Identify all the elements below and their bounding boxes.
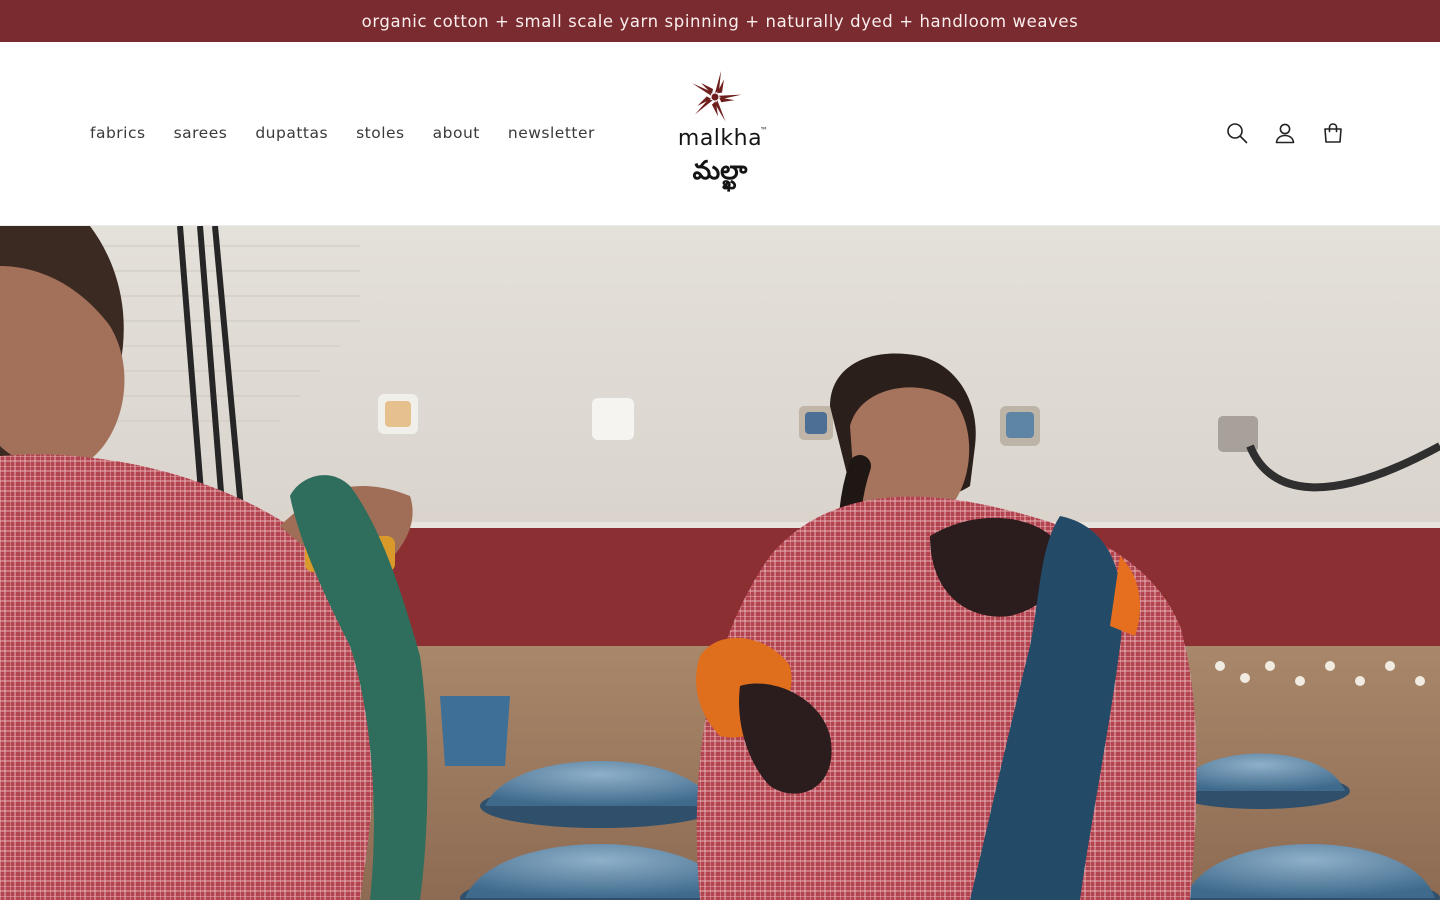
- hero-banner: [0, 226, 1440, 900]
- announcement-bar: organic cotton + small scale yarn spinni…: [0, 0, 1440, 42]
- nav-item-dupattas[interactable]: dupattas: [243, 120, 340, 146]
- site-header: fabrics sarees dupattas stoles about new…: [0, 42, 1440, 226]
- nav-item-newsletter[interactable]: newsletter: [496, 120, 607, 146]
- cart-button[interactable]: [1311, 111, 1355, 155]
- search-icon: [1227, 123, 1248, 144]
- logo-wordmark: malkha: [677, 126, 763, 151]
- logo-mark-icon: [692, 71, 742, 122]
- nav-item-stoles[interactable]: stoles: [344, 120, 417, 146]
- cart-icon: [1324, 123, 1342, 143]
- announcement-text: organic cotton + small scale yarn spinni…: [361, 11, 1079, 31]
- main-nav: fabrics sarees dupattas stoles about new…: [78, 120, 607, 146]
- nav-item-about[interactable]: about: [421, 120, 492, 146]
- site-logo[interactable]: malkha ™ మల్ఖా: [660, 64, 780, 204]
- account-icon: [1275, 123, 1295, 144]
- search-button[interactable]: [1215, 111, 1259, 155]
- nav-item-sarees[interactable]: sarees: [162, 120, 240, 146]
- nav-item-fabrics[interactable]: fabrics: [78, 120, 158, 146]
- account-button[interactable]: [1263, 111, 1307, 155]
- header-icons: [1215, 111, 1355, 155]
- trademark-symbol: ™: [760, 126, 768, 135]
- logo-telugu-wordmark: మల్ఖా: [692, 156, 748, 186]
- hero-image: [0, 226, 1440, 900]
